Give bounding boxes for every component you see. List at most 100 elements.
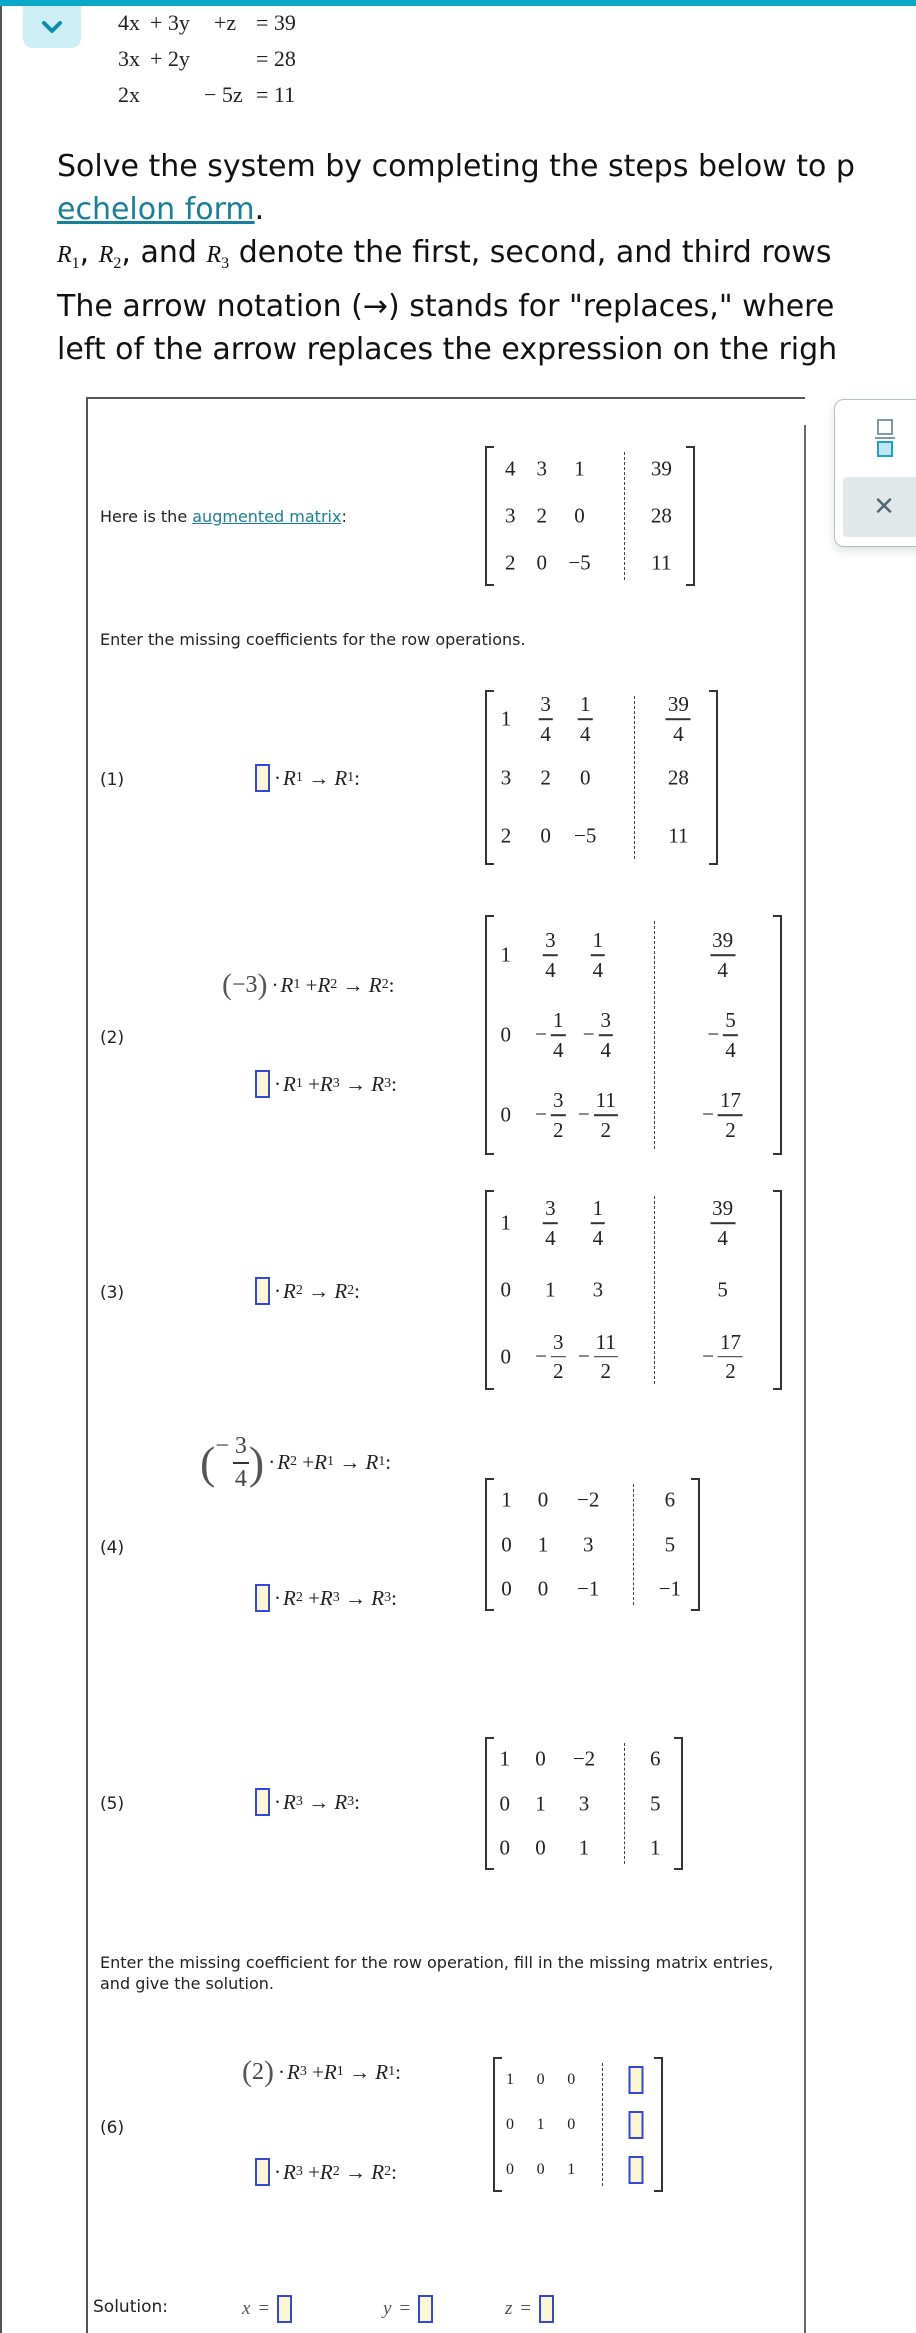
matrix-entry: 1 (574, 456, 585, 481)
eq3-x-term: 2x (118, 82, 140, 107)
answer-box[interactable] (628, 2065, 644, 2094)
matrix-entry: 0 (499, 1791, 511, 1815)
matrix-entry: 1 (506, 2070, 514, 2088)
fraction: 17 2 (718, 1329, 744, 1384)
solution-x: x = (242, 2295, 293, 2323)
matrix-entry: 5 (650, 1791, 661, 1815)
fraction: 14 (577, 692, 593, 746)
matrix-entry: 34 (543, 929, 558, 981)
matrix-entry: 28 (650, 503, 672, 528)
matrix-entry: 0 (536, 2070, 545, 2088)
fraction: 39 4 (710, 1196, 736, 1251)
matrix-entry: 2 (536, 503, 547, 528)
close-icon: ✕ (873, 492, 895, 522)
matrix-entry: 3 (592, 1277, 604, 1302)
fraction-template-button[interactable] (875, 418, 895, 458)
step-6-matrix: 1 0 0 0 1 0 0 0 1 (493, 2057, 663, 2192)
step-2-coefficient-input[interactable] (255, 1070, 270, 1098)
matrix-entry: −2 (572, 1746, 596, 1771)
augment-separator (601, 2063, 603, 2186)
minus-sign: − (577, 1102, 590, 1127)
matrix-entry: 0 (500, 1277, 512, 1302)
matrix-entry: −3 4 (582, 1009, 614, 1061)
matrix-entry: 0 (501, 1532, 512, 1556)
collapse-button[interactable] (23, 6, 81, 48)
right-bracket (691, 1478, 700, 1611)
augmented-matrix-link[interactable]: augmented matrix (192, 507, 341, 526)
step-6-coefficient-input[interactable] (255, 2158, 270, 2186)
step-3-coefficient-input[interactable] (255, 1277, 270, 1305)
matrix-entry: 0 (579, 765, 591, 789)
step-1-matrix: 1 3 4 1 4 39 4 3 2 0 28 2 0 −5 11 (485, 690, 718, 865)
eq2-y-term: + 2y (150, 46, 190, 71)
matrix-entry: 3 (536, 456, 547, 481)
matrix-entry: 39 (650, 456, 672, 481)
matrix-entry: 6 (664, 1487, 676, 1512)
step-5-op-1: · R 3 → R3: (255, 1788, 360, 1816)
matrix-entry: 1 (500, 1210, 512, 1235)
minus-sign: − (702, 1102, 715, 1127)
step-2-number: (2) (100, 1028, 125, 1048)
matrix-entry: −1 (658, 1576, 682, 1601)
step-2-matrix: 1 3 4 1 4 39 4 0−1 4−3 4−5 4 0−3 2−11 2−17 2 (485, 915, 782, 1155)
minus-sign: − (577, 1344, 590, 1369)
step-1-coefficient-input[interactable] (255, 764, 270, 792)
matrix-entry: 0 (567, 2115, 576, 2133)
step-6-op-2: · R 3 + R 2 → R2: (255, 2158, 397, 2186)
matrix-entry: 2 (504, 550, 516, 575)
minus-sign: − (582, 1022, 595, 1047)
matrix-entry-input[interactable] (628, 2065, 644, 2094)
solution-z-input[interactable] (539, 2295, 555, 2323)
matrix-entry: 2 (540, 765, 551, 789)
matrix-entry: 1 (567, 2160, 576, 2178)
matrix-entry: 14 (577, 692, 593, 746)
step-1-number: (1) (100, 770, 125, 790)
chevron-down-icon (42, 21, 62, 33)
step-5-coefficient-input[interactable] (255, 1788, 270, 1816)
eq1-y-term: + 3y (150, 10, 190, 35)
left-edge-border (0, 6, 2, 2333)
fraction: 34 (232, 1433, 249, 1492)
fraction: 14 (590, 928, 606, 982)
matrix-entry: −11 2 (577, 1331, 618, 1382)
step-4-coefficient-input[interactable] (255, 1584, 270, 1612)
augment-separator (654, 1196, 656, 1384)
matrix-entry: 28 (667, 765, 689, 789)
matrix-entry: 1 (500, 706, 512, 731)
minus-sign: − (707, 1022, 720, 1047)
fraction: 17 2 (718, 1088, 744, 1142)
r1-symbol: R1 (57, 242, 80, 272)
minus-sign: − (535, 1022, 547, 1047)
right-bracket (654, 2057, 663, 2192)
echelon-form-link[interactable]: echelon form (57, 192, 255, 227)
eq2-x-term: 3x (118, 46, 140, 71)
fraction: 34 (543, 1196, 558, 1251)
intro-period: . (254, 192, 265, 227)
step-6-op-1: (2) · R 3 + R 1 → R1: (242, 2055, 401, 2088)
matrix-entry: 3 (582, 1532, 594, 1556)
matrix-entry: 3 (504, 503, 516, 528)
fraction: 34 (538, 692, 553, 746)
matrix-entry: 4 (504, 456, 516, 481)
step-2-op-1: (−3) · R 1 + R 2 → R2: (222, 968, 395, 1001)
minus-sign: − (215, 1433, 229, 1459)
matrix-entry: 1 (501, 1487, 512, 1512)
matrix-entry: 2 (500, 823, 512, 848)
matrix-entry: 14 (590, 928, 606, 982)
matrix-entry: 0 (500, 1344, 512, 1369)
solution-x-input[interactable] (277, 2295, 293, 2323)
matrix-entry: 0 (535, 1746, 546, 1771)
matrix-entry: 0 (500, 1022, 512, 1047)
step-1-op-1: · R 1 → R1: (255, 764, 360, 792)
solution-y-input[interactable] (418, 2295, 434, 2323)
matrix-entry-input[interactable] (628, 2110, 644, 2139)
top-accent-bar (0, 0, 916, 6)
clear-button[interactable]: ✕ (843, 477, 916, 537)
matrix-entry-input[interactable] (628, 2155, 644, 2184)
answer-box[interactable] (628, 2155, 644, 2184)
matrix-entry: 0 (537, 1487, 549, 1512)
augment-separator (654, 921, 656, 1149)
solution-label: Solution: (93, 2297, 168, 2317)
intro-line-5: left of the arrow replaces the expressio… (57, 331, 838, 367)
answer-box[interactable] (628, 2110, 644, 2139)
